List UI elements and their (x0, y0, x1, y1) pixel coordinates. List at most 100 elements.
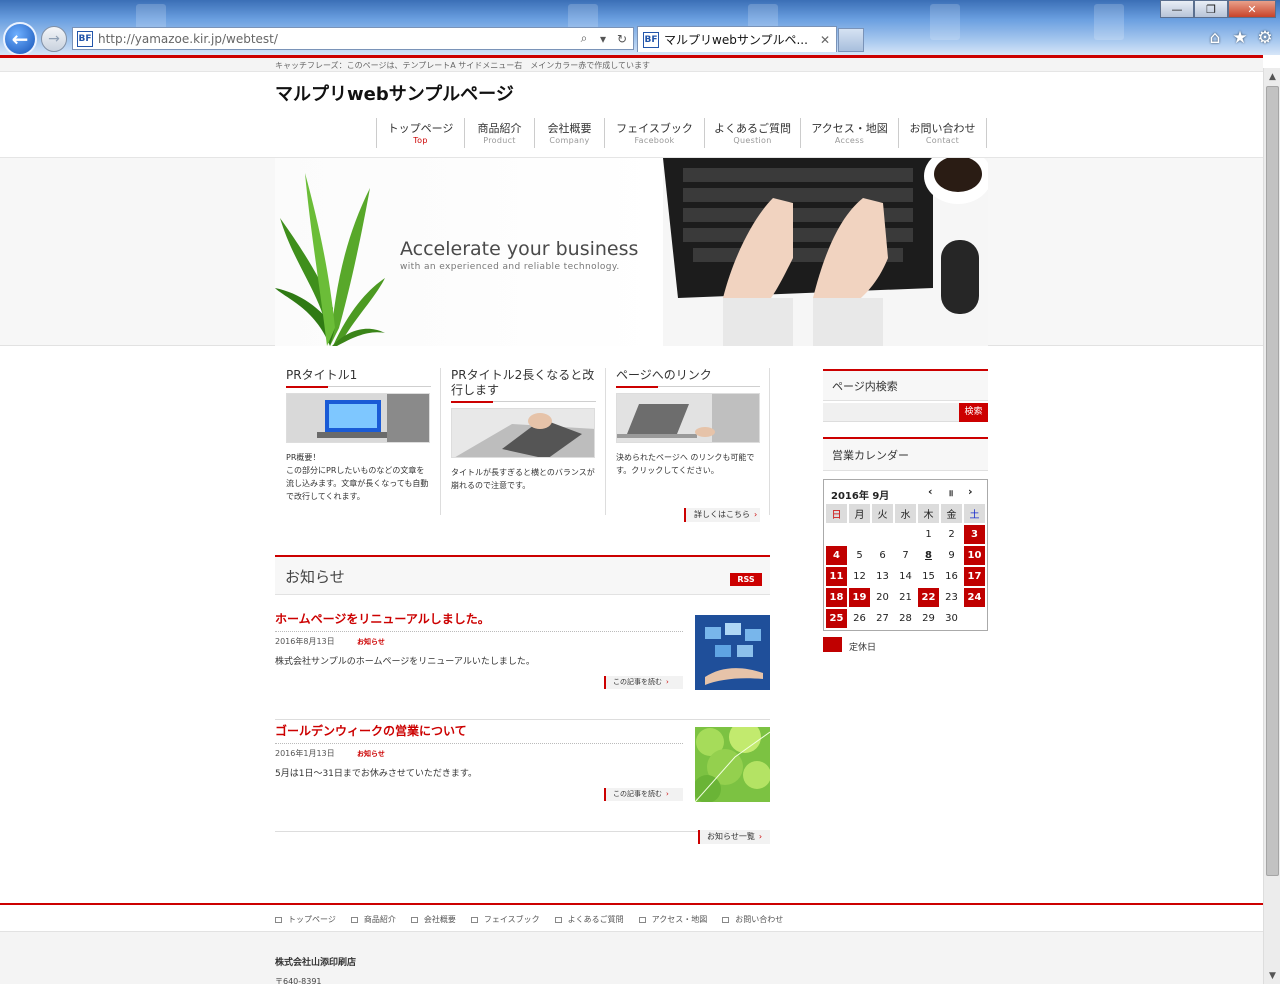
arrow-right-icon: › (754, 510, 758, 519)
restore-icon[interactable]: ❐ (1194, 0, 1228, 18)
tab-title: マルプリwebサンプルペ... (664, 33, 808, 47)
pr-image[interactable] (286, 393, 430, 443)
business-calendar: 2016年 9月 ‹ ॥ › 日月火水木金土 1 2 3 4 5 6 7 8 9 10 11 12 13 1… (823, 479, 988, 631)
footer-link[interactable]: トップページ (275, 914, 336, 925)
pause-icon[interactable]: ॥ (948, 486, 953, 499)
holiday-legend-label: 定休日 (849, 643, 877, 653)
footer-link-label: お問い合わせ (735, 915, 784, 924)
calendar-empty-cell (871, 524, 894, 545)
footer-link-label: 商品紹介 (363, 915, 396, 924)
nav-item-company[interactable]: 会社概要 Company (534, 118, 604, 148)
pr-title[interactable]: ページへのリンク (616, 368, 760, 388)
hero-banner: Accelerate your business with an experie… (275, 158, 988, 346)
vertical-scrollbar[interactable]: ▲ ▼ (1263, 68, 1280, 984)
scroll-up-icon[interactable]: ▲ (1264, 68, 1280, 85)
back-button[interactable]: ← (3, 22, 37, 56)
forward-button[interactable]: → (41, 26, 67, 52)
news-item: ホームページをリニューアルしました。 2016年8月13日 お知らせ 株式会社サ… (275, 610, 770, 720)
scroll-down-icon[interactable]: ▼ (1264, 967, 1280, 984)
read-more-link[interactable]: この記事を読む › (604, 788, 683, 801)
scroll-thumb[interactable] (1266, 86, 1279, 876)
minimize-icon[interactable]: — (1160, 0, 1194, 18)
calendar-day: 16 (940, 566, 963, 587)
nav-item-top[interactable]: トップページ Top (376, 118, 464, 148)
settings-gear-icon[interactable]: ⚙ (1254, 27, 1276, 49)
calendar-day: 7 (894, 545, 917, 566)
footer-link-label: アクセス・地図 (651, 915, 708, 924)
news-excerpt: 株式会社サンプルのホームページをリニューアルいたしました。 (275, 657, 535, 667)
dropdown-icon[interactable]: ▾ (595, 31, 611, 47)
browser-tab[interactable]: BF マルプリwebサンプルペ... ✕ (637, 26, 837, 52)
news-category[interactable]: お知らせ (357, 637, 385, 647)
site-title[interactable]: マルプリwebサンプルページ (275, 80, 514, 106)
nav-item-facebook[interactable]: フェイスブック Facebook (604, 118, 704, 148)
pr-box[interactable]: ページへのリンク 決められたページへ のリンクも可能です。クリックしてください。 (605, 368, 770, 515)
pr-box[interactable]: PRタイトル2長くなると改行します タイトルが長すぎると横とのバランスが崩れるの… (440, 368, 605, 515)
news-thumbnail[interactable] (695, 727, 770, 802)
news-title-link[interactable]: ゴールデンウィークの営業について (275, 722, 683, 744)
calendar-day: 5 (848, 545, 871, 566)
next-month-icon[interactable]: › (968, 485, 973, 498)
nav-item-question[interactable]: よくあるご質問 Question (704, 118, 800, 148)
nav-item-product[interactable]: 商品紹介 Product (464, 118, 534, 148)
nav-item-access[interactable]: アクセス・地図 Access (800, 118, 898, 148)
read-more-label: この記事を読む (613, 678, 662, 686)
calendar-day: 23 (940, 587, 963, 608)
calendar-day: 24 (963, 587, 986, 608)
arrow-right-icon: › (666, 790, 669, 798)
footer-link-label: 会社概要 (423, 915, 456, 924)
search-button[interactable]: 検索 (959, 403, 988, 422)
page-icon (470, 916, 478, 923)
read-more-label: この記事を読む (613, 790, 662, 798)
favorites-star-icon[interactable]: ★ (1229, 27, 1251, 49)
search-icon[interactable]: ⌕ (576, 31, 592, 47)
calendar-heading: 営業カレンダー (823, 437, 988, 471)
footer-link[interactable]: アクセス・地図 (638, 914, 708, 925)
window-controls: — ❐ ✕ (1160, 0, 1276, 18)
read-more-link[interactable]: この記事を読む › (604, 676, 683, 689)
search-input[interactable] (823, 403, 959, 422)
calendar-grid: 日月火水木金土 1 2 3 4 5 6 7 8 9 10 11 12 13 14 15 16 17 18 19 20 21… (825, 503, 986, 629)
refresh-icon[interactable]: ↻ (614, 31, 630, 47)
pr-box[interactable]: PRタイトル1 PR概要！ この部分にPRしたいものなどの文章を流し込みます。文… (275, 368, 440, 515)
calendar-day: 17 (963, 566, 986, 587)
calendar-day: 8 (917, 545, 940, 566)
calendar-day: 14 (894, 566, 917, 587)
nav-label: お問い合わせ (909, 122, 976, 135)
new-tab-button[interactable] (838, 28, 864, 52)
calendar-day: 3 (963, 524, 986, 545)
news-thumbnail[interactable] (695, 615, 770, 690)
pr-image[interactable] (451, 408, 595, 458)
news-category[interactable]: お知らせ (357, 749, 385, 759)
footer-link[interactable]: お問い合わせ (722, 914, 783, 925)
pr-title[interactable]: PRタイトル1 (286, 368, 431, 388)
rss-button[interactable]: RSS (730, 573, 762, 586)
prev-month-icon[interactable]: ‹ (928, 485, 933, 498)
news-title-link[interactable]: ホームページをリニューアルしました。 (275, 610, 683, 632)
nav-label: よくあるご質問 (714, 122, 791, 135)
close-window-icon[interactable]: ✕ (1228, 0, 1276, 18)
calendar-day: 11 (825, 566, 848, 587)
footer-link[interactable]: フェイスブック (470, 914, 540, 925)
home-icon[interactable]: ⌂ (1204, 27, 1226, 49)
address-bar[interactable]: BF http://yamazoe.kir.jp/webtest/ ⌕ ▾ ↻ (72, 27, 634, 50)
footer-link[interactable]: 商品紹介 (350, 914, 396, 925)
nav-item-contact[interactable]: お問い合わせ Contact (898, 118, 987, 148)
calendar-day: 9 (940, 545, 963, 566)
news-list-link[interactable]: お知らせ一覧 › (698, 830, 770, 844)
catchphrase: キャッチフレーズ：このページは、テンプレートA サイドメニュー右 メインカラー赤… (275, 61, 650, 70)
pr-title[interactable]: PRタイトル2長くなると改行します (451, 368, 596, 403)
footer-link-label: フェイスブック (483, 915, 540, 924)
calendar-empty-cell (848, 524, 871, 545)
company-name: 株式会社山添印刷店 (275, 958, 357, 968)
pr-more-link[interactable]: 詳しくはこちら › (684, 508, 760, 522)
pr-image[interactable] (616, 393, 760, 443)
pr-section: PRタイトル1 PR概要！ この部分にPRしたいものなどの文章を流し込みます。文… (275, 368, 770, 528)
footer-link[interactable]: 会社概要 (410, 914, 456, 925)
footer-link[interactable]: よくあるご質問 (554, 914, 624, 925)
news-header: お知らせ RSS (275, 555, 770, 595)
pr-text: PR概要！ この部分にPRしたいものなどの文章を流し込みます。文章が長くなっても… (286, 453, 429, 501)
tab-close-icon[interactable]: ✕ (818, 33, 832, 47)
url-text[interactable]: http://yamazoe.kir.jp/webtest/ (98, 32, 576, 46)
page-icon (554, 916, 562, 923)
